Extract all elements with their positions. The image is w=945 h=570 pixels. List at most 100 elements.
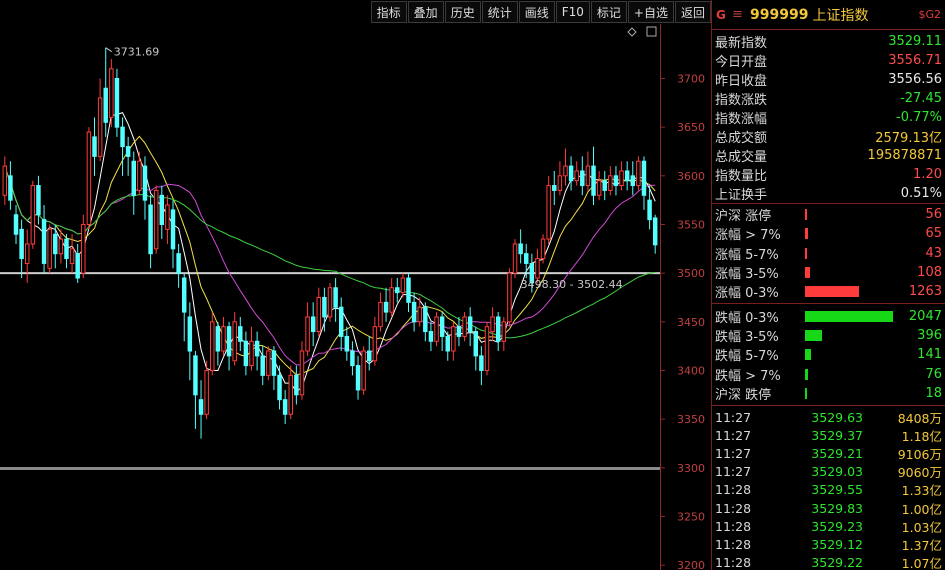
- candle-up: [299, 350, 305, 396]
- overlay-button[interactable]: 叠加: [407, 1, 444, 23]
- candle-up: [451, 326, 456, 352]
- candle-down: [641, 160, 647, 196]
- candle-up: [109, 68, 114, 118]
- candle-up: [266, 350, 271, 376]
- candle-down: [495, 316, 501, 342]
- candle-up: [563, 165, 568, 177]
- cursor-line: [0, 272, 660, 275]
- history-button[interactable]: 历史: [444, 1, 481, 23]
- tick-volume: 1.37亿: [901, 537, 942, 553]
- tick-price: 3529.55: [811, 482, 863, 498]
- tick-row: 11:27 3529.21 9106万: [712, 444, 945, 462]
- candle-up: [327, 287, 333, 318]
- stat-label: 总成交额: [715, 131, 768, 146]
- breadth-label: 沪深 跌停: [715, 387, 772, 403]
- price-axis: 3200 3250 3300 3350 3400 3450 3500 3550 3600 3650…: [660, 73, 705, 570]
- diamond-icon[interactable]: [627, 27, 637, 37]
- stat-label: 最新指数: [715, 36, 768, 51]
- y-tick-label: 3300: [677, 462, 705, 475]
- tick-time: 11:28: [715, 482, 752, 498]
- candle-up: [389, 287, 394, 313]
- kline-chart[interactable]: 3731.69 3498.30 - 3502.44 3200 3250 3300 33…: [0, 24, 711, 570]
- candle-up: [574, 170, 579, 182]
- breadth-row: 涨幅 > 7% 65: [712, 224, 945, 243]
- candle-down: [238, 326, 243, 342]
- stat-value: 3556.56: [888, 72, 942, 87]
- stat-row: 总成交量 195878871: [712, 146, 945, 165]
- f10-button[interactable]: F10: [555, 1, 590, 23]
- candle-down: [260, 355, 265, 376]
- stat-label: 今日开盘: [715, 55, 768, 70]
- y-tick-label: 3350: [677, 413, 705, 426]
- candle-up: [221, 326, 226, 352]
- candle-up: [512, 243, 518, 274]
- candle-down: [367, 350, 372, 362]
- y-tick-label: 3550: [677, 218, 705, 231]
- candle-down: [310, 316, 316, 333]
- stat-value: 0.51%: [900, 186, 942, 201]
- stat-row: 昨日收盘 3556.56: [712, 70, 945, 89]
- tick-price: 3529.23: [811, 518, 863, 534]
- candle-down: [243, 340, 249, 367]
- logo-icon: G: [716, 7, 726, 22]
- candle-down: [92, 136, 97, 157]
- ma10-line: [4, 135, 656, 376]
- tick-row: 11:28 3529.23 1.03亿: [712, 517, 945, 535]
- tick-time: 11:27: [715, 464, 752, 480]
- candle-down: [53, 233, 58, 255]
- security-name: 上证指数: [812, 7, 869, 24]
- breadth-bar: [805, 247, 807, 259]
- candle-up: [636, 160, 641, 187]
- tick-price: 3529.03: [811, 464, 863, 480]
- candle-down: [473, 331, 479, 357]
- stat-label: 昨日收盘: [715, 74, 768, 89]
- statistics-button[interactable]: 统计: [481, 1, 518, 23]
- candle-down: [647, 199, 652, 221]
- candle-up: [507, 272, 512, 323]
- tick-row: 11:28 3529.22 1.07亿: [712, 553, 945, 570]
- candle-up: [86, 131, 92, 225]
- y-tick-label: 3200: [677, 559, 705, 570]
- mark-button[interactable]: 标记: [590, 1, 627, 23]
- high-price-pointer: [105, 47, 113, 53]
- candle-down: [411, 301, 417, 323]
- candle-up: [546, 185, 551, 240]
- stat-row: 指数涨跌 -27.45: [712, 89, 945, 108]
- candle-down: [64, 238, 69, 260]
- y-tick-label: 3650: [677, 121, 705, 134]
- candle-up: [501, 321, 507, 342]
- cursor-price-label: 3498.30 - 3502.44: [521, 278, 623, 291]
- candle-down: [125, 146, 131, 157]
- back-button[interactable]: 返回: [674, 1, 711, 23]
- candle-down: [36, 185, 41, 216]
- menu-icon[interactable]: ≡: [732, 7, 750, 22]
- candle-down: [170, 209, 176, 250]
- window-icon[interactable]: [646, 26, 657, 37]
- candle-up: [434, 316, 439, 342]
- tick-price: 3529.37: [811, 427, 863, 443]
- breadth-bar: [805, 310, 893, 322]
- candle-up: [24, 243, 30, 264]
- candle-down: [198, 399, 204, 415]
- draw-line-button[interactable]: 画线: [518, 1, 555, 23]
- candle-down: [383, 301, 389, 313]
- candle-up: [535, 258, 540, 279]
- add-favorite-button[interactable]: +自选: [627, 1, 674, 23]
- breadth-bar-track: [805, 228, 893, 240]
- security-code: 999999: [750, 6, 809, 23]
- breadth-bar-track: [805, 349, 893, 361]
- indicator-button[interactable]: 指标: [370, 1, 407, 23]
- candle-up: [232, 321, 237, 362]
- breadth-label: 沪深 涨停: [715, 209, 772, 225]
- candle-up: [81, 223, 86, 274]
- tick-price: 3529.63: [811, 409, 863, 425]
- market-tag: $G2: [918, 8, 941, 21]
- breadth-row: 跌幅 0-3% 2047: [712, 306, 945, 326]
- candle-down: [271, 350, 277, 376]
- breadth-value: 1263: [908, 284, 942, 300]
- breadth-bar-track: [805, 368, 893, 380]
- breadth-bar: [805, 349, 811, 361]
- candle-down: [630, 175, 636, 187]
- breadth-label: 涨幅 3-5%: [715, 267, 779, 283]
- candle-up: [585, 165, 591, 187]
